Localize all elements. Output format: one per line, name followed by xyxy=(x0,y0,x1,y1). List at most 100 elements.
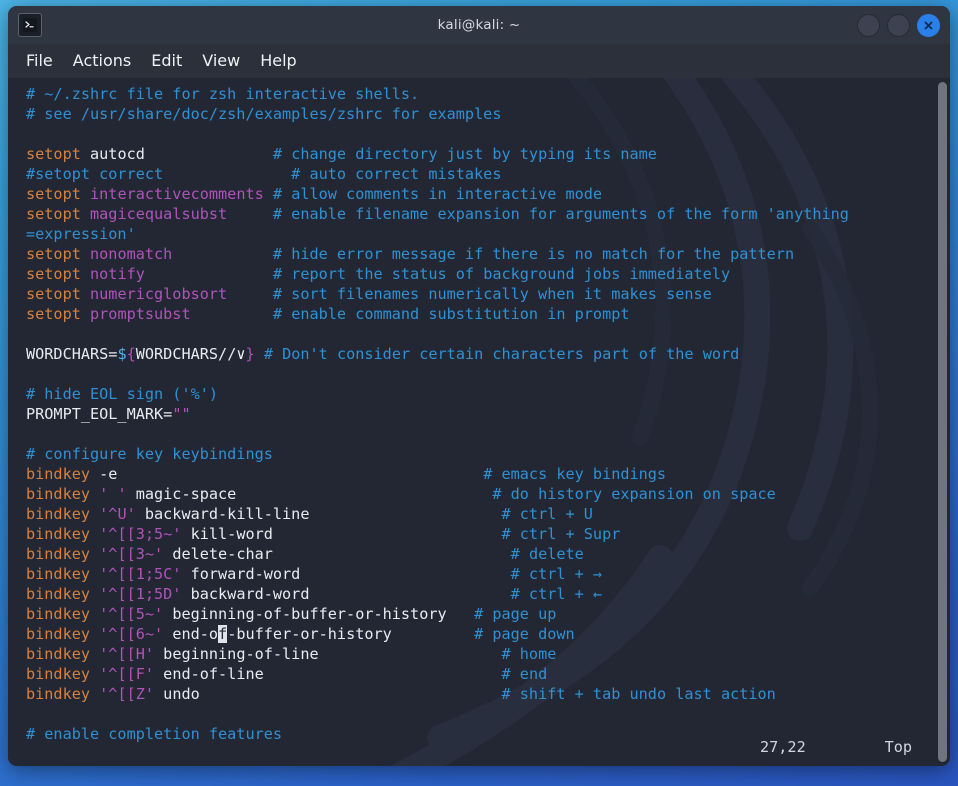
terminal-token: bindkey xyxy=(26,485,100,503)
terminal-line: bindkey '^[[H' beginning-of-line # home xyxy=(26,644,936,664)
terminal-token: # ctrl + ← xyxy=(510,585,603,603)
window-titlebar[interactable]: kali@kali: ~ xyxy=(8,6,950,44)
terminal-token: interactivecomments xyxy=(90,185,264,203)
terminal-token: # allow comments in interactive mode xyxy=(272,185,603,203)
terminal-token: PROMPT_EOL_MARK= xyxy=(26,405,173,423)
terminal-token: # hide error message if there is no matc… xyxy=(272,245,795,263)
terminal-token: # page up xyxy=(474,605,557,623)
terminal-line: setopt notify # report the status of bac… xyxy=(26,264,936,284)
terminal-token: { xyxy=(126,345,136,363)
terminal-token: setopt xyxy=(26,265,91,283)
terminal-token: -buffer-or-history xyxy=(227,625,392,643)
terminal-line: bindkey '^[[3;5~' kill-word # ctrl + Sup… xyxy=(26,524,936,544)
terminal-token: kill-word xyxy=(181,525,273,543)
minimize-button[interactable] xyxy=(857,13,880,37)
window-title: kali@kali: ~ xyxy=(437,17,521,33)
terminal-token: # enable command substitution in prompt xyxy=(272,305,630,323)
terminal-token: =expression' xyxy=(26,225,136,243)
terminal-token: ' ' xyxy=(99,485,127,503)
terminal-token: bindkey xyxy=(26,645,100,663)
menu-item-help[interactable]: Help xyxy=(260,53,296,69)
terminal-token: # sort filenames numerically when it mak… xyxy=(272,285,712,303)
terminal-body[interactable]: # ~/.zshrc file for zsh interactive shel… xyxy=(8,78,950,766)
terminal-token: # hide EOL sign ('%') xyxy=(26,385,219,403)
window-buttons xyxy=(857,13,940,37)
terminal-text[interactable]: # ~/.zshrc file for zsh interactive shel… xyxy=(8,78,936,766)
terminal-token: '^[[5~' xyxy=(99,605,164,623)
terminal-line: # ~/.zshrc file for zsh interactive shel… xyxy=(26,84,936,104)
terminal-token: notify xyxy=(90,265,145,283)
menu-item-view[interactable]: View xyxy=(202,53,240,69)
terminal-token: bindkey xyxy=(26,625,100,643)
terminal-token: # configure key keybindings xyxy=(26,445,273,463)
terminal-token: # do history expansion on space xyxy=(492,485,776,503)
terminal-token: delete-char xyxy=(163,545,273,563)
terminal-token: setopt xyxy=(26,285,91,303)
menu-item-actions[interactable]: Actions xyxy=(73,53,131,69)
terminal-token: # enable filename expansion for argument… xyxy=(272,205,849,223)
terminal-token: bindkey xyxy=(26,505,100,523)
terminal-token: '^[[1;5D' xyxy=(99,585,182,603)
terminal-token: setopt xyxy=(26,185,91,203)
scrollbar-thumb[interactable] xyxy=(938,82,947,762)
terminal-line: setopt nonomatch # hide error message if… xyxy=(26,244,936,264)
terminal-token: # end xyxy=(501,665,548,683)
menu-item-file[interactable]: File xyxy=(26,53,53,69)
terminal-token: WORDCHARS= xyxy=(26,345,118,363)
terminal-token: # ctrl + U xyxy=(501,505,593,523)
terminal-token: "" xyxy=(172,405,191,423)
terminal-token: bindkey xyxy=(26,545,100,563)
terminal-token: WORDCHARS xyxy=(135,345,219,363)
terminal-token: beginning-of-line xyxy=(154,645,319,663)
terminal-token: } xyxy=(245,345,255,363)
scrollbar[interactable] xyxy=(938,82,947,762)
terminal-line: PROMPT_EOL_MARK="" xyxy=(26,404,936,424)
terminal-token: -e xyxy=(99,465,118,483)
close-button[interactable] xyxy=(917,13,940,37)
terminal-token: # delete xyxy=(510,545,584,563)
terminal-line: # see /usr/share/doc/zsh/examples/zshrc … xyxy=(26,104,936,124)
terminal-token: magic-space xyxy=(126,485,237,503)
terminal-token: nonomatch xyxy=(90,245,173,263)
terminal-line: bindkey ' ' magic-space # do history exp… xyxy=(26,484,936,504)
terminal-line: #setopt correct # auto correct mistakes xyxy=(26,164,936,184)
terminal-token: '^[[1;5C' xyxy=(99,565,182,583)
terminal-token: // xyxy=(218,345,237,363)
terminal-token: '^U' xyxy=(99,505,136,523)
terminal-line: setopt magicequalsubst # enable filename… xyxy=(26,204,936,224)
terminal-token: end-of-line xyxy=(154,665,264,683)
terminal-token: # shift + tab undo last action xyxy=(501,685,776,703)
terminal-token: bindkey xyxy=(26,605,100,623)
terminal-token: '^[[F' xyxy=(99,665,155,683)
desktop: kali@kali: ~ File Actions Edit View Help xyxy=(0,0,958,786)
maximize-button[interactable] xyxy=(887,13,910,37)
terminal-token: # see /usr/share/doc/zsh/examples/zshrc … xyxy=(26,105,502,123)
terminal-icon xyxy=(18,13,42,37)
terminal-line: bindkey '^[[F' end-of-line # end xyxy=(26,664,936,684)
terminal-token: # report the status of background jobs i… xyxy=(272,265,731,283)
terminal-token: setopt xyxy=(26,305,91,323)
terminal-token: backward-word xyxy=(181,585,310,603)
terminal-token: setopt xyxy=(26,145,91,163)
menu-item-edit[interactable]: Edit xyxy=(151,53,182,69)
terminal-token: #setopt correct # auto correct mistakes xyxy=(26,165,502,183)
cursor-position: 27,22 xyxy=(760,738,806,756)
terminal-line: bindkey '^[[5~' beginning-of-buffer-or-h… xyxy=(26,604,936,624)
terminal-token: numericglobsort xyxy=(90,285,228,303)
terminal-line: =expression' xyxy=(26,224,936,244)
terminal-token: $ xyxy=(117,345,127,363)
terminal-token: '^[[3~' xyxy=(99,545,164,563)
terminal-token: '^[[3;5~' xyxy=(99,525,182,543)
